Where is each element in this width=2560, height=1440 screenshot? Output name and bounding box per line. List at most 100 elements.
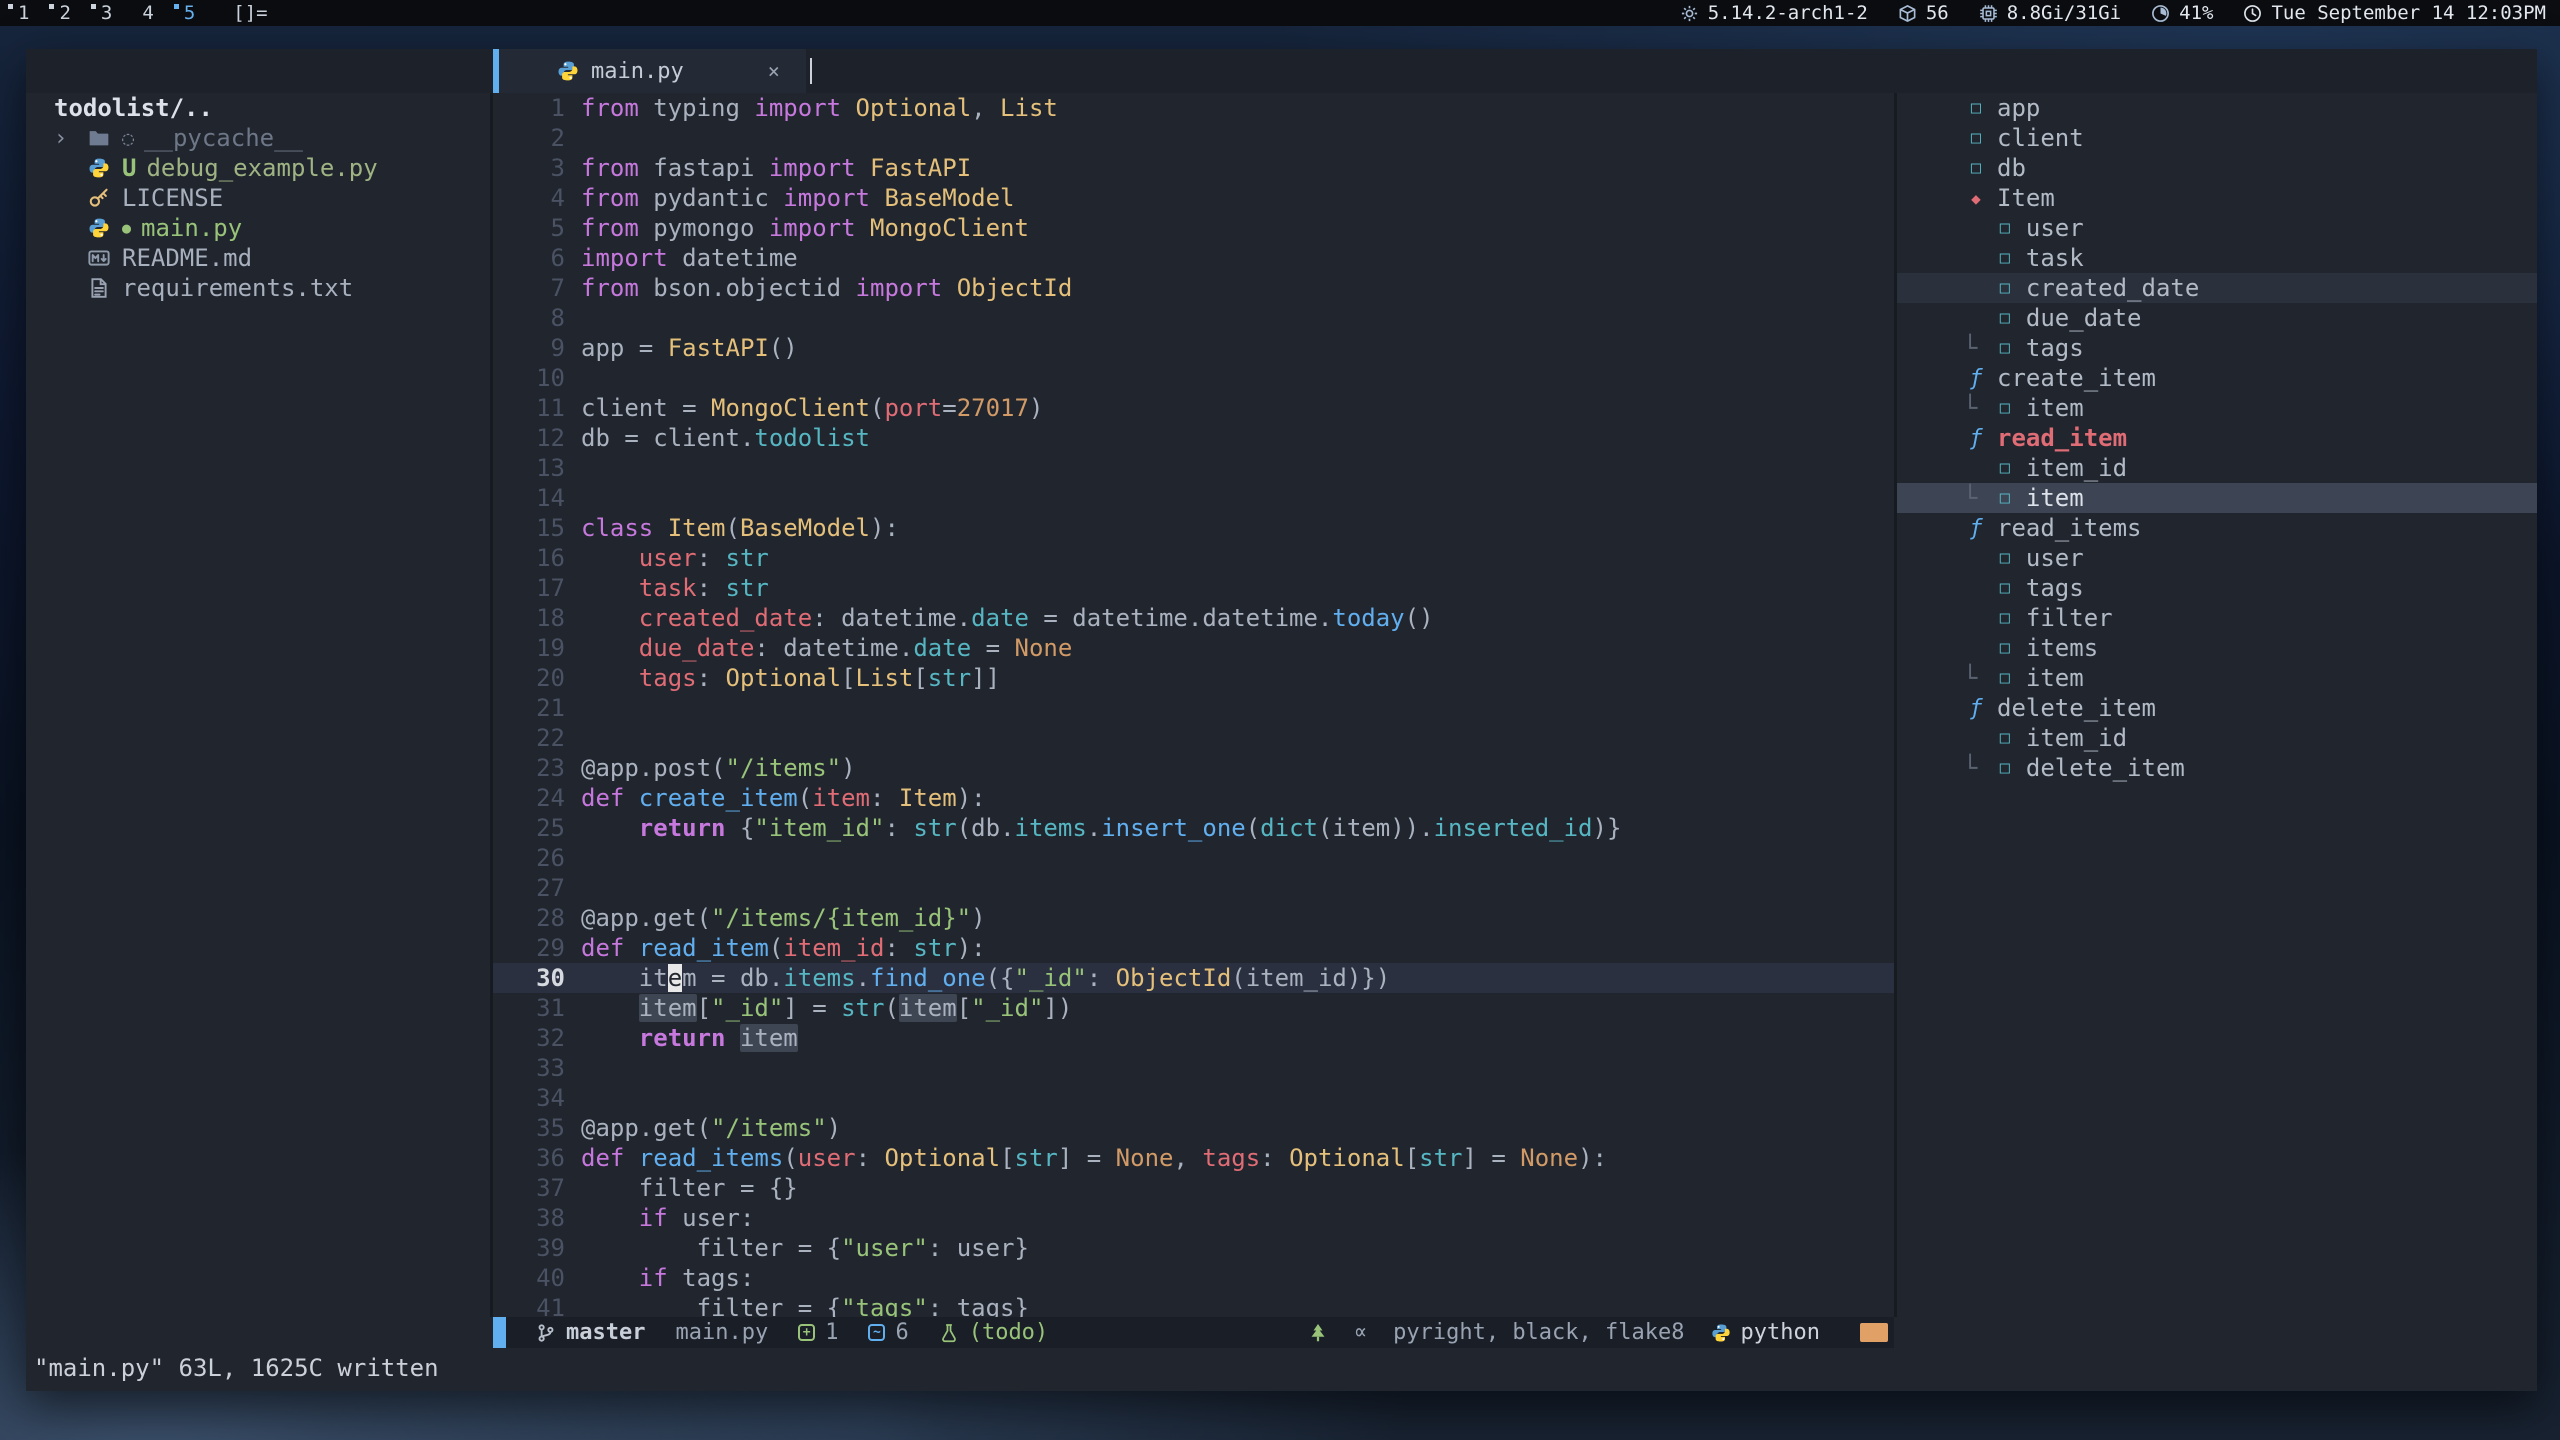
code-line-9[interactable]: 9app = FastAPI() <box>493 333 1894 363</box>
function-icon: ƒ <box>1963 516 1989 541</box>
tree-guide <box>1963 724 1992 752</box>
symbol-delete_item[interactable]: ƒdelete_item <box>1897 693 2537 723</box>
code-line-6[interactable]: 6import datetime <box>493 243 1894 273</box>
tabline-offset <box>26 49 493 93</box>
symbol-Item[interactable]: ◆Item <box>1897 183 2537 213</box>
code-line-36[interactable]: 36def read_items(user: Optional[str] = N… <box>493 1143 1894 1173</box>
code-line-24[interactable]: 24def create_item(item: Item): <box>493 783 1894 813</box>
code-line-22[interactable]: 22 <box>493 723 1894 753</box>
line-number: 41 <box>493 1293 565 1317</box>
code-text: def create_item(item: Item): <box>581 783 986 813</box>
code-line-7[interactable]: 7from bson.objectid import ObjectId <box>493 273 1894 303</box>
code-line-15[interactable]: 15class Item(BaseModel): <box>493 513 1894 543</box>
code-line-41[interactable]: 41 filter = {"tags": tags} <box>493 1293 1894 1317</box>
code-text: @app.get("/items/{item_id}") <box>581 903 986 933</box>
symbol-create_item[interactable]: ƒcreate_item <box>1897 363 2537 393</box>
symbol-items[interactable]: □items <box>1897 633 2537 663</box>
status-memory: 8.8Gi/31Gi <box>1979 2 2121 24</box>
symbol-read_items[interactable]: ƒread_items <box>1897 513 2537 543</box>
code-line-37[interactable]: 37 filter = {} <box>493 1173 1894 1203</box>
field-icon: □ <box>1992 578 2018 598</box>
symbol-task[interactable]: □task <box>1897 243 2537 273</box>
tab-close-button[interactable]: × <box>768 59 780 83</box>
code-line-40[interactable]: 40 if tags: <box>493 1263 1894 1293</box>
code-line-20[interactable]: 20 tags: Optional[List[str]] <box>493 663 1894 693</box>
symbol-db[interactable]: □db <box>1897 153 2537 183</box>
explorer-item-README.md[interactable]: README.md <box>26 243 490 273</box>
symbol-tags[interactable]: └ □tags <box>1897 333 2537 363</box>
code-line-1[interactable]: 1from typing import Optional, List <box>493 93 1894 123</box>
workspace-tag-1[interactable]: 1 <box>16 2 31 24</box>
code-line-28[interactable]: 28@app.get("/items/{item_id}") <box>493 903 1894 933</box>
symbol-app[interactable]: □app <box>1897 93 2537 123</box>
code-line-16[interactable]: 16 user: str <box>493 543 1894 573</box>
explorer-item-main.py[interactable]: ●main.py <box>26 213 490 243</box>
symbol-item_id[interactable]: □item_id <box>1897 723 2537 753</box>
explorer-item-LICENSE[interactable]: LICENSE <box>26 183 490 213</box>
code-line-23[interactable]: 23@app.post("/items") <box>493 753 1894 783</box>
symbol-delete_item[interactable]: └ □delete_item <box>1897 753 2537 783</box>
code-line-29[interactable]: 29def read_item(item_id: str): <box>493 933 1894 963</box>
code-line-26[interactable]: 26 <box>493 843 1894 873</box>
code-text: if tags: <box>581 1263 754 1293</box>
statusline-segment: master <box>536 1320 645 1345</box>
explorer-item-debug_example.py[interactable]: Udebug_example.py <box>26 153 490 183</box>
workspace-tag-4[interactable]: 4 <box>140 2 155 24</box>
symbol-item[interactable]: └ □item <box>1897 483 2537 513</box>
symbol-tags[interactable]: □tags <box>1897 573 2537 603</box>
code-line-35[interactable]: 35@app.get("/items") <box>493 1113 1894 1143</box>
code-line-11[interactable]: 11client = MongoClient(port=27017) <box>493 393 1894 423</box>
tree-guide <box>1963 214 1992 242</box>
code-line-38[interactable]: 38 if user: <box>493 1203 1894 1233</box>
code-text: @app.post("/items") <box>581 753 856 783</box>
tab-main-py[interactable]: main.py × <box>499 49 806 93</box>
code-line-17[interactable]: 17 task: str <box>493 573 1894 603</box>
symbol-item[interactable]: └ □item <box>1897 663 2537 693</box>
symbol-due_date[interactable]: □due_date <box>1897 303 2537 333</box>
code-line-30[interactable]: 30 item = db.items.find_one({"_id": Obje… <box>493 963 1894 993</box>
code-line-12[interactable]: 12db = client.todolist <box>493 423 1894 453</box>
code-line-5[interactable]: 5from pymongo import MongoClient <box>493 213 1894 243</box>
line-number: 1 <box>493 93 565 123</box>
symbol-filter[interactable]: □filter <box>1897 603 2537 633</box>
python-icon <box>88 217 110 239</box>
code-line-27[interactable]: 27 <box>493 873 1894 903</box>
line-number: 31 <box>493 993 565 1023</box>
code-line-19[interactable]: 19 due_date: datetime.date = None <box>493 633 1894 663</box>
git-ignored-icon: ◌ <box>122 126 134 150</box>
symbol-item[interactable]: └ □item <box>1897 393 2537 423</box>
symbol-user[interactable]: □user <box>1897 213 2537 243</box>
code-line-4[interactable]: 4from pydantic import BaseModel <box>493 183 1894 213</box>
code-line-39[interactable]: 39 filter = {"user": user} <box>493 1233 1894 1263</box>
symbol-created_date[interactable]: □created_date <box>1897 273 2537 303</box>
code-line-34[interactable]: 34 <box>493 1083 1894 1113</box>
symbol-user[interactable]: □user <box>1897 543 2537 573</box>
code-text: due_date: datetime.date = None <box>581 633 1072 663</box>
explorer-item-__pycache__[interactable]: ›◌__pycache__ <box>26 123 490 153</box>
symbol-label: read_item <box>1997 424 2127 452</box>
symbol-item_id[interactable]: □item_id <box>1897 453 2537 483</box>
code-line-31[interactable]: 31 item["_id"] = str(item["_id"]) <box>493 993 1894 1023</box>
class-icon: ◆ <box>1963 189 1989 208</box>
code-line-33[interactable]: 33 <box>493 1053 1894 1083</box>
statusline-offset <box>26 1317 493 1348</box>
code-line-25[interactable]: 25 return {"item_id": str(db.items.inser… <box>493 813 1894 843</box>
code-line-13[interactable]: 13 <box>493 453 1894 483</box>
symbol-read_item[interactable]: ƒread_item <box>1897 423 2537 453</box>
explorer-root[interactable]: todolist/.. <box>26 93 490 123</box>
code-line-3[interactable]: 3from fastapi import FastAPI <box>493 153 1894 183</box>
line-number: 20 <box>493 663 565 693</box>
symbol-client[interactable]: □client <box>1897 123 2537 153</box>
code-line-21[interactable]: 21 <box>493 693 1894 723</box>
code-line-14[interactable]: 14 <box>493 483 1894 513</box>
workspace-tag-3[interactable]: 3 <box>99 2 114 24</box>
code-line-32[interactable]: 32 return item <box>493 1023 1894 1053</box>
workspace-tag-2[interactable]: 2 <box>57 2 72 24</box>
code-line-10[interactable]: 10 <box>493 363 1894 393</box>
workspace-tag-5[interactable]: 5 <box>182 2 197 24</box>
code-line-18[interactable]: 18 created_date: datetime.date = datetim… <box>493 603 1894 633</box>
explorer-item-requirements.txt[interactable]: requirements.txt <box>26 273 490 303</box>
code-text: import datetime <box>581 243 798 273</box>
code-line-2[interactable]: 2 <box>493 123 1894 153</box>
code-line-8[interactable]: 8 <box>493 303 1894 333</box>
